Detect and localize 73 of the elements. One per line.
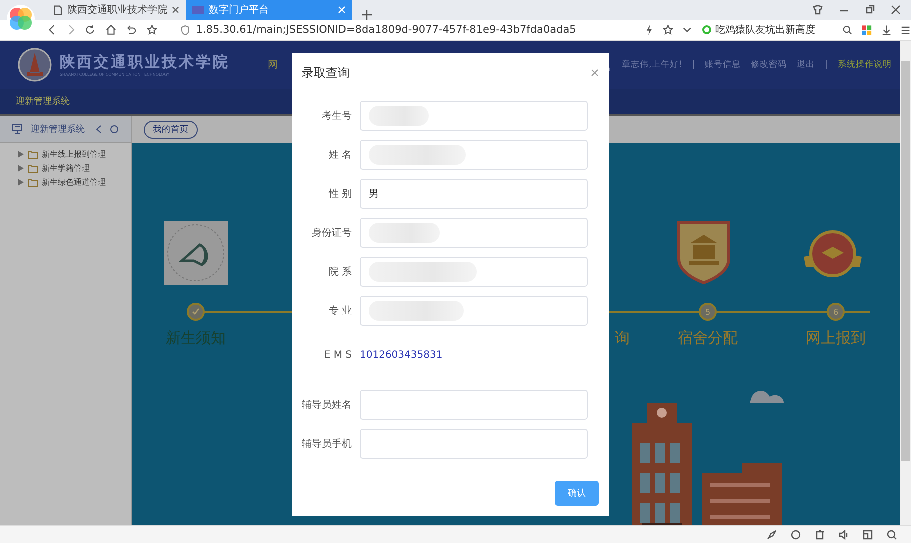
step-number: 6 — [827, 303, 845, 321]
search-icon[interactable] — [842, 24, 852, 36]
collapse-icon[interactable] — [95, 124, 102, 134]
field-label: 专 业 — [328, 304, 353, 318]
speaker-card-icon — [164, 221, 228, 285]
field-label: 院 系 — [328, 266, 353, 279]
new-tab-icon[interactable] — [362, 10, 372, 20]
apps-grid-icon[interactable] — [862, 24, 872, 36]
input-field[interactable] — [360, 429, 588, 459]
input-field[interactable] — [360, 140, 588, 170]
step-label: 宿舍分配 — [678, 329, 738, 348]
field-label: 性 别 — [328, 188, 353, 201]
step-label: 询 — [615, 329, 630, 348]
shirt-icon[interactable] — [813, 5, 823, 15]
field-label: 辅导员手机 — [301, 438, 353, 451]
field-label: 身份证号 — [311, 227, 353, 240]
separator: | — [825, 60, 828, 70]
address-field[interactable]: 1.85.30.61/main;JSESSIONID=8da1809d-9077-457f-81e9-43b7fda0ada5 — [181, 24, 582, 36]
home-icon[interactable] — [106, 24, 116, 36]
window-icon[interactable] — [863, 530, 873, 540]
tree-item[interactable]: 新生绿色通道管理 — [18, 177, 131, 188]
close-icon[interactable] — [891, 5, 901, 15]
back-icon[interactable] — [48, 24, 57, 36]
shield-icon — [181, 24, 190, 36]
download-icon[interactable] — [882, 24, 892, 36]
search-icon[interactable] — [887, 530, 897, 540]
field-label: E M S — [323, 350, 353, 360]
page-tab[interactable]: 我的首页 — [144, 120, 198, 138]
field-label: 辅导员姓名 — [301, 399, 353, 412]
input-field[interactable]: 男 — [360, 179, 588, 209]
input-field[interactable] — [360, 101, 588, 131]
tree-item[interactable]: 新生学籍管理 — [18, 163, 131, 174]
header-link[interactable]: 系统操作说明 — [838, 59, 892, 71]
ring-icon — [702, 25, 712, 35]
undo-icon[interactable] — [126, 24, 137, 36]
lightning-icon[interactable] — [646, 24, 653, 36]
reload-icon[interactable] — [85, 24, 96, 36]
star-icon[interactable] — [662, 24, 673, 36]
scrollbar-thumb[interactable] — [901, 61, 910, 461]
separator: | — [692, 60, 696, 70]
document-icon[interactable] — [54, 4, 62, 16]
input-field[interactable] — [360, 218, 588, 248]
input-field[interactable] — [360, 296, 588, 326]
menu-icon[interactable] — [901, 24, 911, 36]
system-title: 迎新管理系统 — [16, 96, 70, 108]
step-label: 新生须知 — [166, 329, 226, 348]
input-field[interactable] — [360, 257, 588, 287]
star-icon[interactable] — [146, 24, 158, 36]
speaker-icon[interactable] — [839, 530, 849, 540]
sidebar-title: 迎新管理系统 — [31, 124, 86, 136]
restore-icon[interactable] — [865, 5, 875, 15]
dialog-title: 录取查询 — [302, 64, 350, 82]
shield-icon — [677, 221, 731, 285]
chevron-down-icon[interactable] — [682, 25, 692, 35]
school-name: 陕西交通职业技术学院 — [60, 53, 230, 72]
step-number: 5 — [699, 303, 717, 321]
input-field[interactable] — [360, 390, 588, 420]
close-icon[interactable] — [172, 6, 180, 14]
monitor-icon — [12, 124, 23, 134]
field-label: 姓 名 — [328, 149, 353, 162]
rocket-icon[interactable] — [767, 530, 777, 540]
step-label: 网上报到 — [806, 329, 866, 348]
check-icon — [192, 308, 200, 316]
greeting-text: 章志伟,上午好! — [622, 59, 682, 71]
trash-icon[interactable] — [815, 530, 825, 540]
news-link[interactable]: 吃鸡猿队友坑出新高度 — [702, 23, 816, 37]
close-icon — [591, 69, 599, 77]
tree-item[interactable]: 新生线上报到管理 — [18, 149, 131, 160]
ems-number: 1012603435831 — [360, 350, 443, 360]
browser-tab[interactable]: 陕西交通职业技术学院 — [48, 0, 186, 20]
nav-link[interactable]: 网 — [268, 58, 278, 72]
school-logo-icon — [18, 48, 52, 82]
field-label: 考生号 — [321, 110, 353, 123]
